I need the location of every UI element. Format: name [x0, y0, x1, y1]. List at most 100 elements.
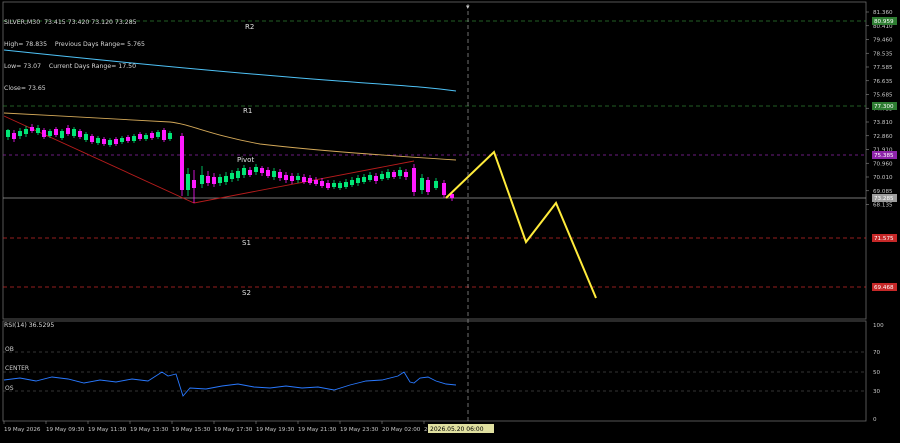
candlestick-series: [6, 124, 454, 203]
close-line: Close= 73.65: [4, 85, 46, 93]
rsi-pane-frame: [2, 320, 867, 422]
time-axis: 19 May 2026 19 May 09:30 19 May 11:30 19 Ma…: [3, 421, 441, 433]
candle-body: [442, 183, 446, 195]
candle-body: [36, 128, 40, 133]
rsi-title: RSI(14) 36.5295: [4, 322, 55, 329]
candle-body: [30, 127, 34, 131]
candle-body: [138, 134, 142, 139]
chart-window[interactable]: R2 R1 Pivot S1 S2 OB CENTER OS 81.360 80.…: [0, 0, 900, 439]
chevron-down-icon[interactable]: ▾: [466, 3, 470, 11]
candle-body: [54, 129, 58, 135]
candle-body: [218, 177, 222, 183]
candle-body: [156, 132, 160, 137]
cursor-time-label: 2026.05.20 06:00: [430, 426, 484, 433]
candle-body: [60, 131, 64, 138]
price-tick-label: 81.360: [873, 10, 893, 16]
candle-body: [290, 176, 294, 181]
candle-body: [42, 130, 46, 137]
time-tick-label: 19 May 19:30: [256, 427, 295, 433]
candle-body: [206, 176, 210, 183]
low-line: Low= 73.07 Current Days Range= 17.50: [4, 63, 137, 71]
candle-body: [168, 133, 172, 139]
candle-body: [260, 168, 264, 173]
candle-body: [90, 136, 94, 142]
price-tick-label: 77.585: [873, 65, 893, 71]
candle-body: [108, 140, 112, 145]
price-badge-label: 77.300: [874, 104, 894, 110]
r2-label: R2: [245, 23, 254, 31]
candle-body: [412, 168, 416, 192]
candle-body: [18, 131, 22, 136]
candle-body: [420, 178, 424, 190]
candle-body: [386, 172, 390, 178]
price-tick-label: 70.960: [873, 161, 893, 167]
price-badge-label: 69.468: [874, 285, 894, 291]
price-badge-label: 75.385: [874, 153, 894, 159]
time-tick-label: 19 May 23:30: [340, 427, 379, 433]
candle-body: [308, 178, 312, 183]
tan-moving-average: [3, 112, 457, 161]
candle-body: [284, 175, 288, 180]
candle-body: [200, 175, 204, 184]
price-tick-label: 72.860: [873, 134, 893, 140]
r1-label: R1: [243, 107, 252, 115]
candle-body: [296, 176, 300, 180]
candle-body: [24, 129, 28, 134]
rsi-tick-label: 0: [873, 417, 877, 423]
time-tick-label: 19 May 15:30: [172, 427, 211, 433]
price-tick-label: 78.535: [873, 51, 893, 57]
price-tick-label: 76.635: [873, 79, 893, 85]
rsi-tick-label: 100: [873, 323, 884, 329]
candle-body: [398, 170, 402, 176]
candle-body: [126, 137, 130, 141]
candle-body: [320, 181, 324, 186]
high-line: High= 78.835 Previous Days Range= 5.765: [4, 41, 145, 49]
candle-body: [314, 180, 318, 184]
rsi-line: [3, 371, 457, 397]
rsi-center-label: CENTER: [5, 365, 29, 372]
candle-body: [6, 130, 10, 137]
trend-line: [3, 115, 415, 204]
rsi-os-label: OS: [5, 385, 14, 392]
candle-body: [230, 173, 234, 179]
candle-body: [144, 135, 148, 139]
candle-body: [434, 181, 438, 188]
candle-body: [254, 167, 258, 172]
price-badge-label: 73.285: [874, 196, 894, 202]
price-axis: 81.36080.41079.46078.53577.58576.63575.6…: [866, 10, 897, 291]
candle-body: [266, 170, 270, 176]
candle-body: [72, 129, 76, 136]
time-tick-label: 19 May 21:30: [298, 427, 337, 433]
candle-body: [132, 136, 136, 141]
rsi-tick-label: 50: [873, 370, 881, 376]
candle-body: [248, 170, 252, 175]
rsi-ob-label: OB: [5, 346, 14, 353]
candle-body: [162, 130, 166, 140]
ohlc-info-panel: SILVER,M30 73.415 73.420 73.120 73.285 H…: [4, 4, 145, 108]
candle-body: [212, 177, 216, 184]
price-tick-label: 79.460: [873, 38, 893, 44]
candle-body: [392, 172, 396, 177]
price-badge-label: 71.575: [874, 236, 894, 242]
pivot-label: Pivot: [237, 156, 254, 164]
rsi-axis: 100 70 50 30 0: [873, 323, 884, 423]
price-tick-label: 68.135: [873, 203, 893, 209]
candle-body: [302, 177, 306, 182]
candle-body: [48, 131, 52, 136]
rsi-tick-label: 70: [873, 350, 881, 356]
candle-body: [426, 180, 430, 192]
candle-body: [338, 183, 342, 188]
candle-body: [326, 183, 330, 188]
rsi-tick-label: 30: [873, 389, 881, 395]
price-tick-label: 69.085: [873, 189, 893, 195]
candle-body: [368, 175, 372, 180]
candle-body: [404, 172, 408, 177]
candle-body: [96, 138, 100, 143]
price-tick-label: 70.010: [873, 175, 893, 181]
candle-body: [120, 138, 124, 142]
time-tick-label: 19 May 17:30: [214, 427, 253, 433]
candle-body: [66, 128, 70, 134]
candle-body: [84, 134, 88, 140]
candle-body: [332, 183, 336, 187]
candle-body: [356, 178, 360, 183]
